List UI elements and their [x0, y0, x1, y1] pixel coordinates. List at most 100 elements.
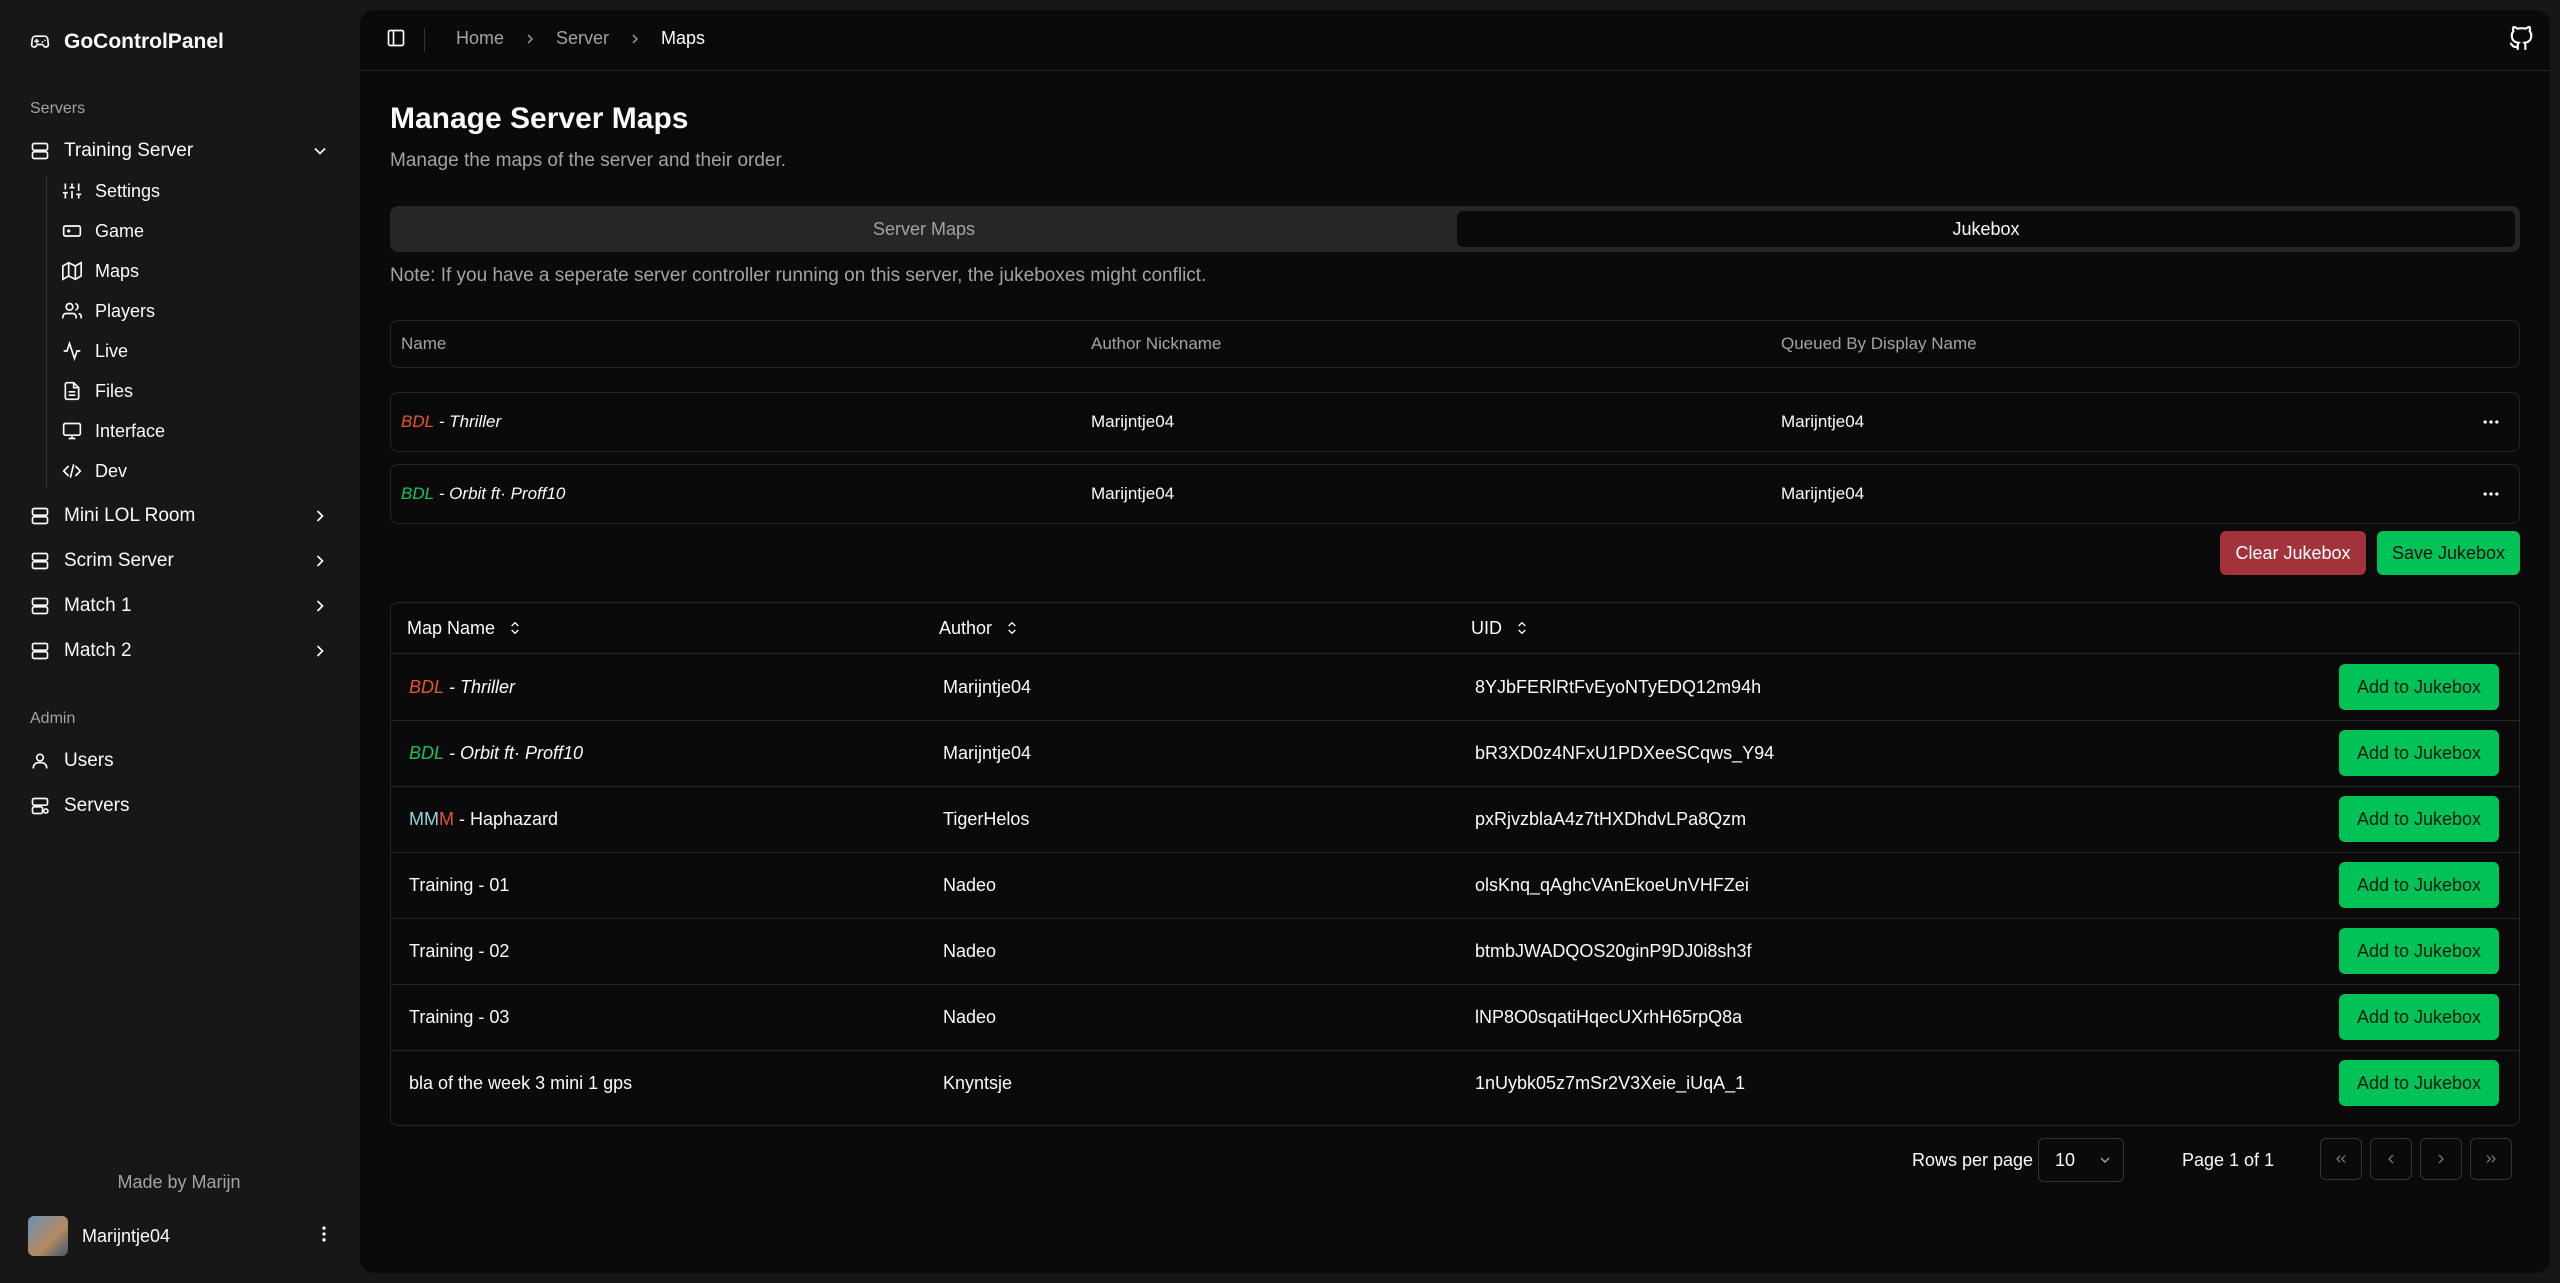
code-icon	[62, 461, 82, 481]
table-row: BDL - Thriller Marijntje04 8YJbFERlRtFvE…	[391, 654, 2519, 721]
chevron-down-icon	[2095, 1150, 2115, 1170]
sidebar-item-players[interactable]: Players	[62, 293, 332, 329]
map-name-rest: - Haphazard	[454, 808, 559, 829]
tab-jukebox[interactable]: Jukebox	[1457, 211, 2515, 247]
more-vertical-icon[interactable]	[314, 1224, 334, 1244]
sidebar-server-training[interactable]: Training Server	[30, 131, 330, 171]
conflict-note: Note: If you have a seperate server cont…	[390, 265, 1207, 286]
admin-group-label: Admin	[30, 710, 76, 727]
sort-map-name[interactable]: Map Name	[407, 603, 525, 653]
add-to-jukebox-button[interactable]: Add to Jukebox	[2339, 730, 2499, 776]
sidebar-item-label: Players	[95, 300, 156, 321]
chevron-right-icon	[520, 29, 540, 49]
sidebar: GoControlPanel Servers Training Server S…	[0, 0, 358, 1283]
sidebar-item-live[interactable]: Live	[62, 333, 332, 369]
sort-uid[interactable]: UID	[1471, 603, 1532, 653]
map-name-prefix: BDL	[409, 676, 445, 697]
sliders-icon	[62, 181, 82, 201]
sidebar-item-game[interactable]: Game	[62, 213, 332, 249]
previous-page-button[interactable]	[2370, 1138, 2412, 1180]
map-uid-cell: 1nUybk05z7mSr2V3Xeie_iUqA_1	[1475, 1072, 1746, 1093]
monitor-icon	[62, 421, 82, 441]
jukebox-map-name: BDL - Orbit ft· Proff10	[401, 465, 565, 523]
column-header-uid: UID	[1471, 617, 1502, 638]
last-page-button[interactable]	[2470, 1138, 2512, 1180]
table-row: Training - 01 Nadeo olsKnq_qAghcVAnEkoeU…	[391, 852, 2519, 919]
rows-per-page-value: 10	[2055, 1149, 2076, 1170]
more-horizontal-icon[interactable]	[2481, 465, 2501, 523]
breadcrumb-current: Maps	[661, 28, 706, 48]
gamepad-logo-icon	[30, 32, 50, 52]
jukebox-queued-by: Marijntje04	[1781, 412, 1865, 431]
github-icon[interactable]	[2508, 26, 2534, 52]
jukebox-row[interactable]: BDL - Orbit ft· Proff10 Marijntje04 Mari…	[390, 464, 2520, 524]
users-icon	[62, 301, 82, 321]
add-to-jukebox-button[interactable]: Add to Jukebox	[2339, 796, 2499, 842]
table-row: MM M - Haphazard TigerHelos pxRjvzblaA4z7…	[391, 786, 2519, 853]
next-page-button[interactable]	[2420, 1138, 2462, 1180]
sidebar-item-label: Dev	[95, 460, 128, 481]
more-horizontal-icon[interactable]	[2481, 393, 2501, 451]
sidebar-server-match-2[interactable]: Match 2	[30, 631, 330, 671]
add-to-jukebox-button[interactable]: Add to Jukebox	[2339, 664, 2499, 710]
sort-author[interactable]: Author	[939, 603, 1022, 653]
avatar	[28, 1216, 68, 1256]
jukebox-author: Marijntje04	[1091, 412, 1175, 431]
add-to-jukebox-button[interactable]: Add to Jukebox	[2339, 928, 2499, 974]
add-to-jukebox-button[interactable]: Add to Jukebox	[2339, 994, 2499, 1040]
user-menu[interactable]: Marijntje04	[28, 1214, 334, 1258]
map-name-rest: - Thriller	[434, 412, 502, 431]
clear-jukebox-button[interactable]: Clear Jukebox	[2220, 531, 2366, 575]
sidebar-item-servers[interactable]: Servers	[30, 786, 330, 826]
rows-per-page-label: Rows per page	[1912, 1150, 2034, 1170]
add-to-jukebox-button[interactable]: Add to Jukebox	[2339, 1060, 2499, 1106]
made-by-text: Made by Marijn	[117, 1172, 241, 1192]
map-author-cell: Marijntje04	[943, 742, 1032, 763]
sidebar-toggle-icon[interactable]	[386, 28, 406, 48]
sidebar-server-label: Mini LOL Room	[64, 505, 196, 526]
sidebar-server-match-1[interactable]: Match 1	[30, 586, 330, 626]
chevron-right-icon[interactable]	[310, 506, 330, 526]
column-header-name: Name	[401, 334, 447, 353]
map-name-cell: MM M - Haphazard	[409, 786, 558, 852]
map-uid-cell: 8YJbFERlRtFvEyoNTyEDQ12m94h	[1475, 676, 1762, 697]
table-row: bla of the week 3 mini 1 gps Knyntsje 1n…	[391, 1050, 2519, 1116]
map-author-cell: Nadeo	[943, 1006, 997, 1027]
chevrons-left-icon	[2331, 1149, 2351, 1169]
save-jukebox-button[interactable]: Save Jukebox	[2377, 531, 2520, 575]
chevron-right-icon[interactable]	[310, 641, 330, 661]
add-to-jukebox-button[interactable]: Add to Jukebox	[2339, 862, 2499, 908]
chevron-right-icon	[2431, 1149, 2451, 1169]
jukebox-queued-by: Marijntje04	[1781, 484, 1865, 503]
chevron-right-icon[interactable]	[310, 551, 330, 571]
sidebar-item-interface[interactable]: Interface	[62, 413, 332, 449]
brand[interactable]: GoControlPanel	[30, 30, 224, 54]
map-author-cell: Knyntsje	[943, 1072, 1013, 1093]
jukebox-header: Name Author Nickname Queued By Display N…	[390, 320, 2520, 368]
app-title: GoControlPanel	[64, 30, 224, 53]
server-icon	[30, 641, 50, 661]
breadcrumb-server[interactable]: Server	[556, 28, 609, 49]
sidebar-item-files[interactable]: Files	[62, 373, 332, 409]
chevron-down-icon[interactable]	[310, 141, 330, 161]
tab-server-maps[interactable]: Server Maps	[395, 211, 1453, 247]
rows-per-page-select[interactable]: 10	[2038, 1138, 2124, 1182]
sidebar-item-maps[interactable]: Maps	[62, 253, 332, 289]
chevron-right-icon	[625, 29, 645, 49]
sidebar-server-mini-lol-room[interactable]: Mini LOL Room	[30, 496, 330, 536]
sidebar-item-settings[interactable]: Settings	[62, 173, 332, 209]
sidebar-server-scrim[interactable]: Scrim Server	[30, 541, 330, 581]
jukebox-row[interactable]: BDL - Thriller Marijntje04 Marijntje04	[390, 392, 2520, 452]
sidebar-item-users[interactable]: Users	[30, 741, 330, 781]
sidebar-item-dev[interactable]: Dev	[62, 453, 332, 489]
breadcrumb-home[interactable]: Home	[456, 28, 504, 49]
map-uid-cell: olsKnq_qAghcVAnEkoeUnVHFZei	[1475, 874, 1749, 895]
map-name-rest: - Orbit ft· Proff10	[434, 484, 566, 503]
chevron-right-icon[interactable]	[310, 596, 330, 616]
page-info: Page 1 of 1	[2182, 1150, 2275, 1170]
sidebar-server-label: Match 2	[64, 640, 132, 661]
first-page-button[interactable]	[2320, 1138, 2362, 1180]
page-title: Manage Server Maps	[390, 102, 689, 135]
maps-table-header: Map Name Author UID	[391, 603, 2519, 654]
table-row: BDL - Orbit ft· Proff10 Marijntje04 bR3X…	[391, 720, 2519, 787]
